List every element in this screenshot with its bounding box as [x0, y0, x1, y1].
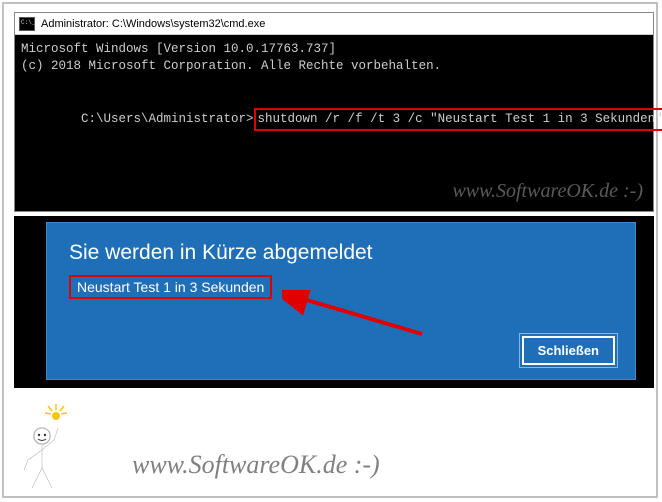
cmd-window-title: Administrator: C:\Windows\system32\cmd.e… [41, 18, 265, 30]
screenshot-frame: Administrator: C:\Windows\system32\cmd.e… [2, 2, 658, 498]
watermark-text-bottom: www.SoftwareOK.de :-) [132, 450, 380, 480]
cmd-command-text: shutdown /r /f /t 3 /c "Neustart Test 1 … [258, 112, 662, 126]
close-button[interactable]: Schließen [522, 336, 615, 365]
dialog-backdrop: Sie werden in Kürze abgemeldet Neustart … [14, 216, 654, 388]
dialog-message-text: Neustart Test 1 in 3 Sekunden [77, 279, 264, 295]
cmd-version-line: Microsoft Windows [Version 10.0.17763.73… [21, 41, 647, 58]
cmd-titlebar[interactable]: Administrator: C:\Windows\system32\cmd.e… [15, 13, 653, 35]
dialog-title: Sie werden in Kürze abgemeldet [69, 241, 613, 265]
mascot-figure-icon [18, 400, 76, 490]
shutdown-dialog: Sie werden in Kürze abgemeldet Neustart … [46, 222, 636, 380]
cmd-terminal-body[interactable]: Microsoft Windows [Version 10.0.17763.73… [15, 35, 653, 211]
cmd-command-highlight: shutdown /r /f /t 3 /c "Neustart Test 1 … [254, 108, 662, 131]
cmd-window: Administrator: C:\Windows\system32\cmd.e… [14, 12, 654, 212]
dialog-message-highlight: Neustart Test 1 in 3 Sekunden [69, 275, 272, 299]
cmd-prompt-line: C:\Users\Administrator>shutdown /r /f /t… [21, 89, 647, 148]
cmd-icon [19, 17, 35, 31]
cmd-prompt-path: C:\Users\Administrator> [81, 112, 254, 126]
cmd-copyright-line: (c) 2018 Microsoft Corporation. Alle Rec… [21, 58, 647, 75]
cmd-blank-line [21, 75, 647, 89]
watermark-text-cmd: www.SoftwareOK.de :-) [452, 178, 643, 205]
